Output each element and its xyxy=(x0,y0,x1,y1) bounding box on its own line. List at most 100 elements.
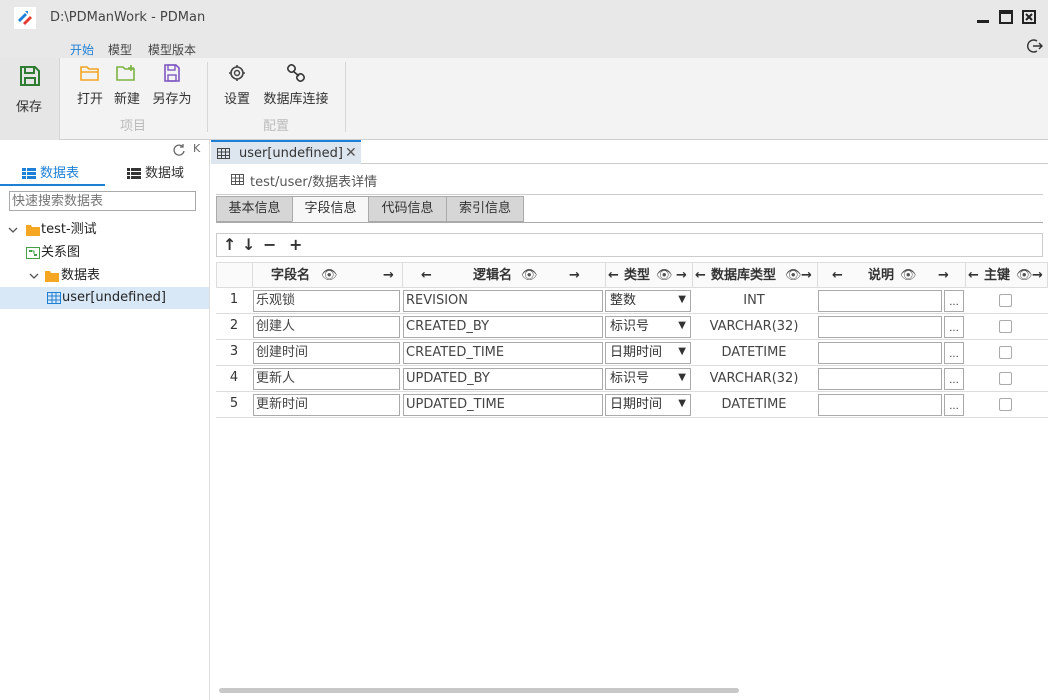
primary-key-checkbox[interactable] xyxy=(999,398,1012,411)
arrow-right-icon[interactable]: → xyxy=(938,263,949,289)
more-button[interactable]: ... xyxy=(944,394,964,416)
tree-item-tables-folder[interactable]: 数据表 xyxy=(0,265,209,287)
primary-key-checkbox[interactable] xyxy=(999,346,1012,359)
header-label: 数据库类型 xyxy=(711,268,777,283)
new-label: 新建 xyxy=(113,92,140,107)
eye-icon[interactable]: 👁 xyxy=(321,263,338,289)
comment-input[interactable] xyxy=(818,316,942,338)
arrow-left-icon[interactable]: ← xyxy=(968,263,979,289)
logic-name-input[interactable]: CREATED_BY xyxy=(403,316,603,338)
dropdown-arrow-icon: ▼ xyxy=(678,372,686,383)
remove-row-button[interactable]: − xyxy=(263,235,276,254)
type-select[interactable]: 标识号 ▼ xyxy=(605,316,691,338)
divider xyxy=(216,194,1043,195)
arrow-left-icon[interactable]: ← xyxy=(695,263,706,289)
type-select[interactable]: 整数 ▼ xyxy=(605,290,691,312)
maximize-icon[interactable] xyxy=(999,10,1013,24)
header-logic-name[interactable]: ← 逻辑名 👁 → xyxy=(403,263,606,287)
move-down-button[interactable]: ↓ xyxy=(242,235,255,254)
eye-off-icon[interactable]: 👁 xyxy=(785,263,802,289)
primary-key-checkbox[interactable] xyxy=(999,372,1012,385)
logic-name-input[interactable]: UPDATED_BY xyxy=(403,368,603,390)
collapse-panel-icon[interactable]: K xyxy=(193,142,200,155)
logic-name-input[interactable]: REVISION xyxy=(403,290,603,312)
tab-code-info[interactable]: 代码信息 xyxy=(368,196,447,222)
tab-domains[interactable]: 数据域 xyxy=(105,162,210,186)
arrow-left-icon[interactable]: ← xyxy=(421,263,432,289)
eye-icon[interactable]: 👁 xyxy=(1016,263,1033,289)
arrow-right-icon[interactable]: → xyxy=(383,263,394,289)
link-icon xyxy=(286,64,306,82)
refresh-icon[interactable] xyxy=(172,143,186,157)
more-button[interactable]: ... xyxy=(944,316,964,338)
db-connection-button[interactable]: 数据库连接 xyxy=(260,64,332,114)
arrow-left-icon[interactable]: ← xyxy=(832,263,843,289)
close-tab-icon[interactable]: ✕ xyxy=(345,145,357,161)
header-db-type[interactable]: ← 数据库类型 👁 → xyxy=(693,263,818,287)
field-name-input[interactable]: 更新人 xyxy=(253,368,400,390)
arrow-right-icon[interactable]: → xyxy=(569,263,580,289)
more-button[interactable]: ... xyxy=(944,342,964,364)
table-row: 1 乐观锁 REVISION 整数 ▼ INT ... xyxy=(216,288,1048,314)
tab-index-info[interactable]: 索引信息 xyxy=(446,196,524,222)
eye-off-icon[interactable]: 👁 xyxy=(900,263,917,289)
open-label: 打开 xyxy=(76,92,103,107)
document-tab[interactable]: user[undefined] ✕ xyxy=(211,140,361,164)
primary-key-checkbox[interactable] xyxy=(999,320,1012,333)
arrow-right-icon[interactable]: → xyxy=(676,263,687,289)
field-name-input[interactable]: 创建人 xyxy=(253,316,400,338)
settings-button[interactable]: 设置 xyxy=(217,64,257,114)
save-as-button[interactable]: 另存为 xyxy=(150,64,194,114)
comment-input[interactable] xyxy=(818,342,942,364)
tab-tables[interactable]: 数据表 xyxy=(0,162,105,186)
search-input[interactable] xyxy=(9,191,196,211)
type-select[interactable]: 日期时间 ▼ xyxy=(605,342,691,364)
tree-item-table-user[interactable]: user[undefined] xyxy=(0,287,209,309)
save-button[interactable]: 保存 xyxy=(0,58,60,140)
arrow-right-icon[interactable]: → xyxy=(1032,263,1043,289)
more-button[interactable]: ... xyxy=(944,368,964,390)
list-icon xyxy=(127,168,141,179)
tab-basic-info[interactable]: 基本信息 xyxy=(216,196,293,222)
group-label-project: 项目 xyxy=(120,119,147,134)
field-name-input[interactable]: 乐观锁 xyxy=(253,290,400,312)
comment-input[interactable] xyxy=(818,368,942,390)
comment-input[interactable] xyxy=(818,394,942,416)
new-button[interactable]: 新建 xyxy=(107,64,147,114)
grid-icon xyxy=(22,168,36,179)
eye-icon[interactable]: 👁 xyxy=(521,263,538,289)
header-primary-key[interactable]: ← 主键 👁 → xyxy=(966,263,1048,287)
field-name-input[interactable]: 更新时间 xyxy=(253,394,400,416)
move-up-button[interactable]: ↑ xyxy=(223,235,236,254)
folder-icon xyxy=(45,271,59,282)
horizontal-scrollbar[interactable] xyxy=(219,688,739,693)
primary-key-checkbox[interactable] xyxy=(999,294,1012,307)
add-row-button[interactable]: + xyxy=(289,235,302,254)
arrow-right-icon[interactable]: → xyxy=(801,263,812,289)
type-select[interactable]: 标识号 ▼ xyxy=(605,368,691,390)
header-field-name[interactable]: 字段名 👁 → xyxy=(253,263,403,287)
more-button[interactable]: ... xyxy=(944,290,964,312)
field-name-input[interactable]: 创建时间 xyxy=(253,342,400,364)
minimize-icon[interactable] xyxy=(976,10,990,24)
menu-tab-start[interactable]: 开始 xyxy=(70,41,94,58)
header-comment[interactable]: ← 说明 👁 → xyxy=(818,263,966,287)
menu-tab-model-version[interactable]: 模型版本 xyxy=(148,41,196,58)
type-select[interactable]: 日期时间 ▼ xyxy=(605,394,691,416)
menu-tab-model[interactable]: 模型 xyxy=(108,41,132,58)
table-row: 3 创建时间 CREATED_TIME 日期时间 ▼ DATETIME ... xyxy=(216,340,1048,366)
logic-name-input[interactable]: UPDATED_TIME xyxy=(403,394,603,416)
diagram-icon xyxy=(26,247,40,259)
logic-name-input[interactable]: CREATED_TIME xyxy=(403,342,603,364)
comment-input[interactable] xyxy=(818,290,942,312)
header-type[interactable]: ← 类型 👁 → xyxy=(606,263,693,287)
tree-item-project[interactable]: test-测试 xyxy=(0,219,209,241)
eye-icon[interactable]: 👁 xyxy=(656,263,673,289)
tab-domains-label: 数据域 xyxy=(145,166,185,181)
open-button[interactable]: 打开 xyxy=(70,64,110,114)
close-window-icon[interactable] xyxy=(1022,10,1036,24)
logout-icon[interactable] xyxy=(1026,37,1044,55)
tab-field-info[interactable]: 字段信息 xyxy=(292,196,369,222)
tree-item-relation[interactable]: 关系图 xyxy=(0,242,209,264)
arrow-left-icon[interactable]: ← xyxy=(608,263,619,289)
